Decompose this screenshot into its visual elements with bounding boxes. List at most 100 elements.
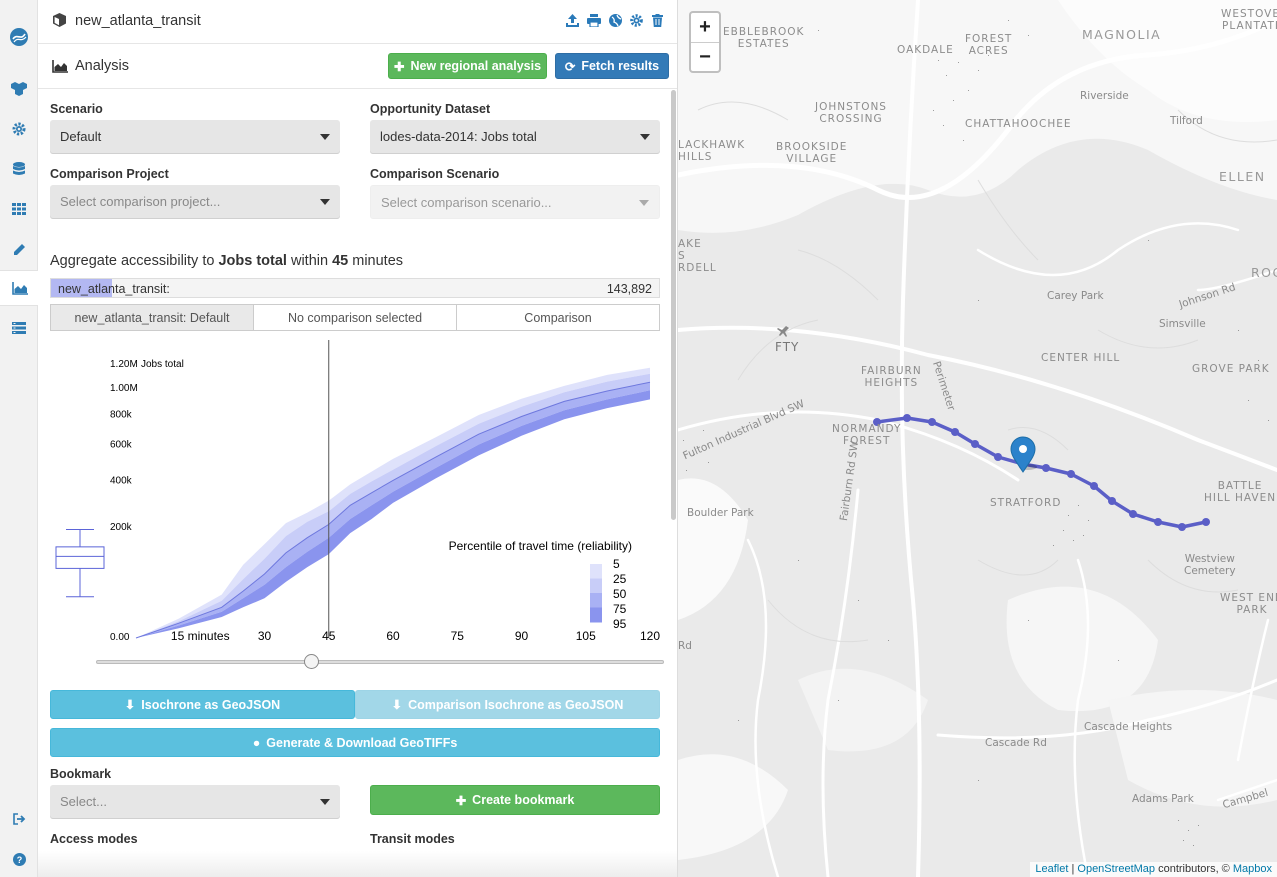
map-label: Cascade Heights: [1084, 721, 1173, 733]
map-label: Rd: [678, 640, 692, 652]
new-regional-analysis-button[interactable]: ✚ New regional analysis: [388, 53, 547, 79]
map-label: JOHNSTONS CROSSING: [815, 101, 887, 125]
leaflet-link[interactable]: Leaflet: [1035, 863, 1068, 875]
route-stop[interactable]: [971, 440, 979, 448]
route-stop[interactable]: [903, 414, 911, 422]
map-label: LACKHAWK HILLS: [678, 139, 746, 163]
route-stop[interactable]: [1154, 518, 1162, 526]
x-tick-label: 120: [640, 629, 660, 643]
map-label: Adams Park: [1132, 793, 1194, 805]
legend-label: 5: [613, 557, 620, 571]
map-label: BROOKSIDE VILLAGE: [776, 141, 848, 165]
map-label: WEST END PARK: [1220, 592, 1277, 616]
server-list-icon[interactable]: [0, 310, 38, 346]
route-stop[interactable]: [1202, 518, 1210, 526]
comparison-scenario-select[interactable]: Select comparison scenario...: [370, 185, 660, 219]
zoom-in-button[interactable]: +: [691, 13, 719, 42]
x-tick-label: 105: [576, 629, 596, 643]
map-label: OAKDALE: [897, 44, 954, 56]
caret-down-icon: [320, 199, 330, 205]
openstreetmap-link[interactable]: OpenStreetMap: [1077, 863, 1155, 875]
route-stop[interactable]: [1129, 510, 1137, 518]
database-icon[interactable]: [0, 151, 38, 187]
project-header: new_atlanta_transit: [38, 0, 677, 44]
upload-icon[interactable]: [566, 14, 579, 30]
tab-project-default[interactable]: new_atlanta_transit: Default: [51, 305, 254, 330]
x-tick-label: 30: [258, 629, 272, 643]
regions-icon[interactable]: [0, 71, 38, 107]
create-bookmark-button[interactable]: ✚ Create bookmark: [370, 785, 660, 815]
cube-icon: [53, 13, 66, 27]
legend-label: 75: [613, 602, 627, 616]
map-view[interactable]: + − EBBLEBROOK ESTATES OAKDALE FOREST AC…: [678, 0, 1277, 877]
legend-label: 25: [613, 572, 627, 586]
opportunity-dataset-select[interactable]: lodes-data-2014: Jobs total: [370, 120, 660, 154]
settings-gear-icon[interactable]: [0, 111, 38, 147]
map-label: NORMANDY FOREST: [832, 423, 902, 447]
accessibility-bar: new_atlanta_transit: 143,892: [50, 278, 660, 298]
help-icon[interactable]: ?: [0, 841, 38, 877]
route-stop[interactable]: [994, 453, 1002, 461]
tab-comparison[interactable]: Comparison: [457, 305, 659, 330]
x-tick-label: 15 minutes: [171, 629, 230, 643]
route-stop[interactable]: [928, 418, 936, 426]
accessibility-chart: 200k 400k 600k 800k 1.00M 1.20M Jobs total 0.00…: [55, 340, 660, 643]
y-tick-label: 1.00M: [110, 383, 138, 394]
transit-modes-label: Transit modes: [370, 832, 455, 846]
map-label: Simsville: [1159, 318, 1206, 330]
zoom-control: + −: [689, 11, 721, 73]
y-axis-title: Jobs total: [141, 359, 184, 370]
route-stop[interactable]: [1042, 464, 1050, 472]
map-label: Tilford: [1170, 115, 1203, 127]
trash-icon[interactable]: [652, 14, 663, 30]
panel-scrollbar[interactable]: [671, 90, 676, 520]
origin-marker-icon[interactable]: [1010, 436, 1037, 473]
bookmark-label: Bookmark: [50, 767, 112, 781]
legend-swatch: [590, 564, 602, 579]
legend-swatch: [590, 578, 602, 594]
comparison-project-label: Comparison Project: [50, 167, 169, 181]
caret-down-icon: [320, 134, 330, 140]
print-icon[interactable]: [587, 14, 601, 30]
bookmark-select[interactable]: Select...: [50, 785, 340, 819]
grid-icon[interactable]: [0, 191, 38, 227]
comparison-project-select[interactable]: Select comparison project...: [50, 185, 340, 219]
accessibility-heading: Aggregate accessibility to Jobs total wi…: [50, 253, 404, 269]
mapbox-link[interactable]: Mapbox: [1233, 863, 1272, 875]
tab-no-comparison[interactable]: No comparison selected: [254, 305, 457, 330]
x-tick-label: 90: [515, 629, 529, 643]
pencil-icon[interactable]: [0, 231, 38, 267]
map-label: Riverside: [1080, 90, 1129, 102]
route-stop[interactable]: [1108, 497, 1116, 505]
travel-time-slider[interactable]: [96, 660, 664, 664]
y-tick-label: 400k: [110, 475, 133, 486]
globe-icon[interactable]: [609, 14, 622, 30]
comparison-isochrone-geojson-button[interactable]: ⬇ Comparison Isochrone as GeoJSON: [355, 690, 660, 719]
travel-time-slider-handle[interactable]: [304, 654, 319, 669]
accessibility-project-label: new_atlanta_transit:: [58, 282, 170, 296]
map-label: Westview Cemetery: [1184, 553, 1236, 577]
isochrone-geojson-button[interactable]: ⬇ Isochrone as GeoJSON: [50, 690, 355, 719]
map-label: MAGNOLIA: [1082, 27, 1162, 42]
map-label: Cascade Rd: [985, 737, 1047, 749]
area-chart-icon[interactable]: [0, 270, 39, 306]
legend-swatch: [590, 593, 602, 608]
scenario-select[interactable]: Default: [50, 120, 340, 154]
sidebar-nav: ?: [0, 0, 39, 877]
zoom-out-button[interactable]: −: [691, 42, 719, 71]
route-stop[interactable]: [951, 428, 959, 436]
logout-icon[interactable]: [0, 801, 38, 837]
map-label: WESTOVE PLANTATI: [1221, 8, 1277, 32]
x-tick-label: 45: [322, 629, 336, 643]
route-stop[interactable]: [1067, 470, 1075, 478]
analysis-panel: new_atlanta_transit Analysis ✚ New region…: [38, 0, 678, 877]
route-stop[interactable]: [1090, 482, 1098, 490]
accessibility-total: 143,892: [606, 282, 652, 296]
map-label: ROC: [1251, 265, 1277, 280]
gear-icon[interactable]: [630, 14, 643, 30]
map-label: FTY: [775, 340, 800, 354]
route-stop[interactable]: [1178, 523, 1186, 531]
generate-geotiffs-button[interactable]: ● Generate & Download GeoTIFFs: [50, 728, 660, 757]
logo-icon[interactable]: [0, 19, 38, 55]
fetch-results-button[interactable]: ⟳ Fetch results: [555, 53, 669, 79]
